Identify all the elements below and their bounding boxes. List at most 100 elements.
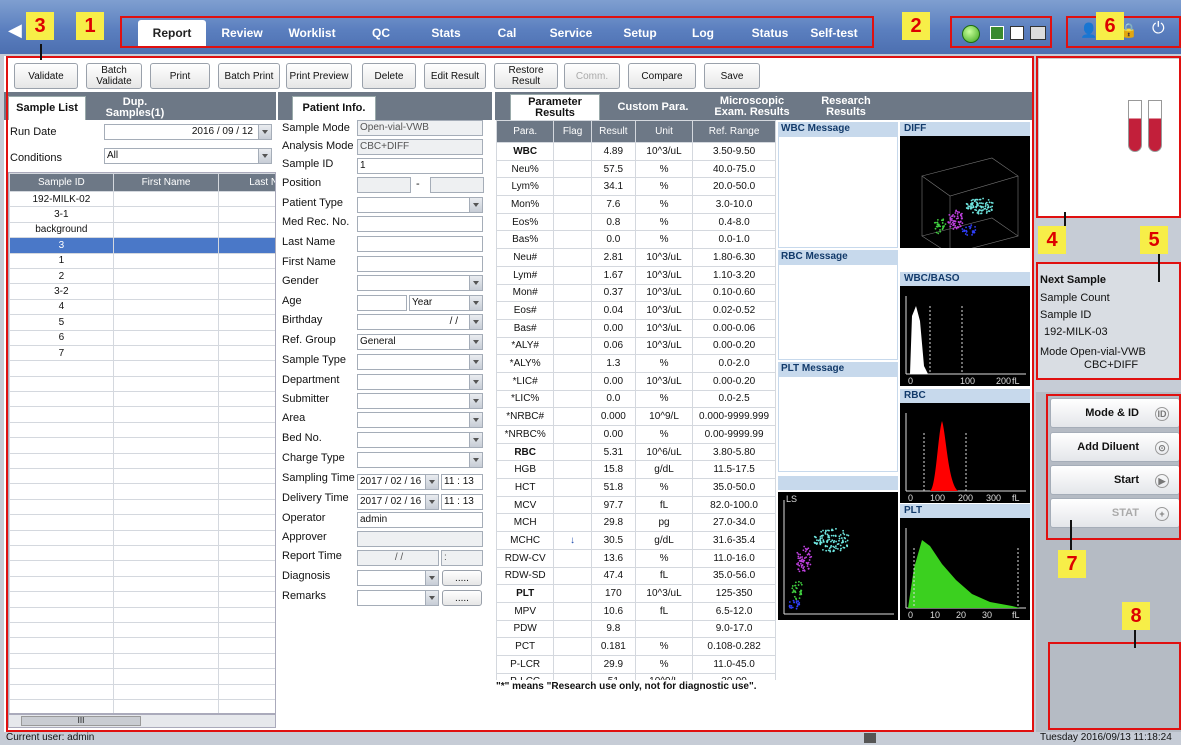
table-row[interactable]: [9, 391, 275, 408]
result-row[interactable]: WBC 4.89 10^3/uL 3.50-9.50: [496, 142, 776, 161]
action-button-mode-id[interactable]: Mode & ID ID: [1050, 398, 1180, 428]
table-row[interactable]: 6: [9, 329, 275, 346]
table-row[interactable]: [9, 683, 275, 700]
table-row[interactable]: [9, 360, 275, 377]
table-row[interactable]: background: [9, 221, 275, 239]
result-row[interactable]: Mon# 0.37 10^3/uL 0.10-0.60: [496, 283, 776, 303]
delivery-clock-field[interactable]: 11 : 13: [441, 494, 483, 510]
submitter-select[interactable]: [357, 393, 483, 409]
action-button-add-diluent[interactable]: Add Diluent ⊙: [1050, 432, 1180, 462]
nav-tab-selftest[interactable]: Self-test: [804, 20, 864, 46]
table-row[interactable]: [9, 483, 275, 500]
action-button-start[interactable]: Start ▶: [1050, 465, 1180, 495]
result-row[interactable]: RDW-CV 13.6% 11.0-16.0: [496, 548, 776, 568]
chevron-down-icon[interactable]: [425, 495, 438, 509]
first-name-field[interactable]: [357, 256, 483, 272]
power-icon[interactable]: ⏻: [1152, 20, 1172, 40]
conditions-select[interactable]: All: [104, 148, 272, 164]
table-row[interactable]: 3-1: [9, 206, 275, 223]
toolbar-button-print[interactable]: Print: [150, 63, 210, 89]
nav-tab-report[interactable]: Report: [138, 20, 206, 46]
toolbar-button-restore-result[interactable]: Restore Result: [494, 63, 558, 89]
toolbar-button-validate[interactable]: Validate: [14, 63, 78, 89]
nav-tab-review[interactable]: Review: [212, 20, 272, 46]
printer-icon[interactable]: [1030, 26, 1046, 40]
table-row[interactable]: [9, 668, 275, 685]
result-row[interactable]: *ALY# 0.06 10^3/uL 0.00-0.20: [496, 336, 776, 356]
result-row[interactable]: Bas# 0.00 10^3/uL 0.00-0.06: [496, 318, 776, 338]
result-row[interactable]: *NRBC% 0.00% 0.00-9999.99: [496, 425, 776, 444]
table-row[interactable]: 7: [9, 344, 275, 362]
tab-microscopic-exam-results[interactable]: Microscopic Exam. Results: [704, 94, 800, 120]
tab-patient-info[interactable]: Patient Info.: [292, 96, 376, 120]
result-row[interactable]: PDW 9.8 9.0-17.0: [496, 619, 776, 639]
toolbar-button-delete[interactable]: Delete: [362, 63, 416, 89]
sample-id-field[interactable]: 1: [357, 158, 483, 174]
toolbar-button-batch-validate[interactable]: Batch Validate: [86, 63, 142, 89]
age-unit-select[interactable]: Year: [409, 295, 483, 311]
table-row[interactable]: [9, 529, 275, 546]
table-row[interactable]: [9, 375, 275, 393]
remarks-more-button[interactable]: .....: [442, 590, 482, 606]
table-row[interactable]: [9, 452, 275, 470]
chevron-down-icon[interactable]: [469, 433, 482, 447]
ref-group-select[interactable]: General: [357, 334, 483, 350]
result-row[interactable]: Eos# 0.04 10^3/uL 0.02-0.52: [496, 301, 776, 320]
result-row[interactable]: Eos% 0.8% 0.4-8.0: [496, 212, 776, 232]
table-row[interactable]: [9, 652, 275, 670]
charge-type-select[interactable]: [357, 452, 483, 468]
result-row[interactable]: Mon% 7.6% 3.0-10.0: [496, 195, 776, 214]
table-row[interactable]: [9, 498, 275, 516]
last-name-field[interactable]: [357, 236, 483, 252]
status-indicator-icon[interactable]: [962, 25, 980, 43]
table-row[interactable]: [9, 591, 275, 608]
nav-tab-log[interactable]: Log: [680, 20, 726, 46]
toolbar-button-edit-result[interactable]: Edit Result: [424, 63, 486, 89]
result-row[interactable]: *ALY% 1.3% 0.0-2.0: [496, 354, 776, 373]
result-row[interactable]: MPV 10.6 fL 6.5-12.0: [496, 601, 776, 621]
toolbar-button-print-preview[interactable]: Print Preview: [286, 63, 352, 89]
result-row[interactable]: Bas% 0.0% 0.0-1.0: [496, 230, 776, 250]
chevron-down-icon[interactable]: [469, 375, 482, 389]
result-row[interactable]: MCHC ↓ 30.5 g/dL 31.6-35.4: [496, 531, 776, 550]
chevron-down-icon[interactable]: [469, 453, 482, 467]
result-row[interactable]: *LIC% 0.0% 0.0-2.5: [496, 389, 776, 409]
result-row[interactable]: HGB 15.8 g/dL 11.5-17.5: [496, 460, 776, 480]
toolbar-button-batch-print[interactable]: Batch Print: [218, 63, 280, 89]
chevron-down-icon[interactable]: [425, 571, 438, 585]
chevron-down-icon[interactable]: [425, 591, 438, 605]
chevron-down-icon[interactable]: [469, 276, 482, 290]
result-row[interactable]: *NRBC# 0.000 10^9/L 0.000-9999.999: [496, 407, 776, 426]
tab-dup-samples[interactable]: Dup. Samples(1): [92, 96, 178, 120]
delivery-date-field[interactable]: 2017 / 02 / 16: [357, 494, 439, 510]
result-row[interactable]: RBC 5.31 10^6/uL 3.80-5.80: [496, 442, 776, 462]
chevron-down-icon[interactable]: [469, 394, 482, 408]
result-row[interactable]: PLT 170 10^3/uL 125-350: [496, 584, 776, 603]
table-row[interactable]: 192-MILK-02: [9, 190, 275, 208]
chevron-down-icon[interactable]: [258, 125, 271, 139]
tab-research-results[interactable]: Research Results: [806, 94, 886, 120]
chevron-down-icon[interactable]: [469, 296, 482, 310]
table-row[interactable]: 3-2: [9, 283, 275, 300]
result-row[interactable]: *LIC# 0.00 10^3/uL 0.00-0.20: [496, 371, 776, 391]
table-row[interactable]: [9, 468, 275, 485]
table-row[interactable]: [9, 606, 275, 623]
table-row[interactable]: [9, 406, 275, 423]
run-date-field[interactable]: 2016 / 09 / 12: [104, 124, 272, 140]
tab-parameter-results[interactable]: Parameter Results: [510, 94, 600, 120]
sample-type-select[interactable]: [357, 354, 483, 370]
horizontal-scrollbar[interactable]: III: [8, 714, 276, 728]
area-select[interactable]: [357, 412, 483, 428]
table-row[interactable]: 2: [9, 267, 275, 285]
chevron-down-icon[interactable]: [469, 413, 482, 427]
birthday-field[interactable]: / /: [357, 314, 483, 330]
result-row[interactable]: HCT 51.8% 35.0-50.0: [496, 478, 776, 497]
table-row[interactable]: [9, 544, 275, 562]
chevron-down-icon[interactable]: [258, 149, 271, 163]
chevron-down-icon[interactable]: [425, 475, 438, 489]
table-row[interactable]: [9, 560, 275, 577]
result-row[interactable]: MCV 97.7 fL 82.0-100.0: [496, 495, 776, 515]
patient-type-select[interactable]: [357, 197, 483, 213]
nav-tab-status[interactable]: Status: [742, 20, 798, 46]
bed-no-select[interactable]: [357, 432, 483, 448]
